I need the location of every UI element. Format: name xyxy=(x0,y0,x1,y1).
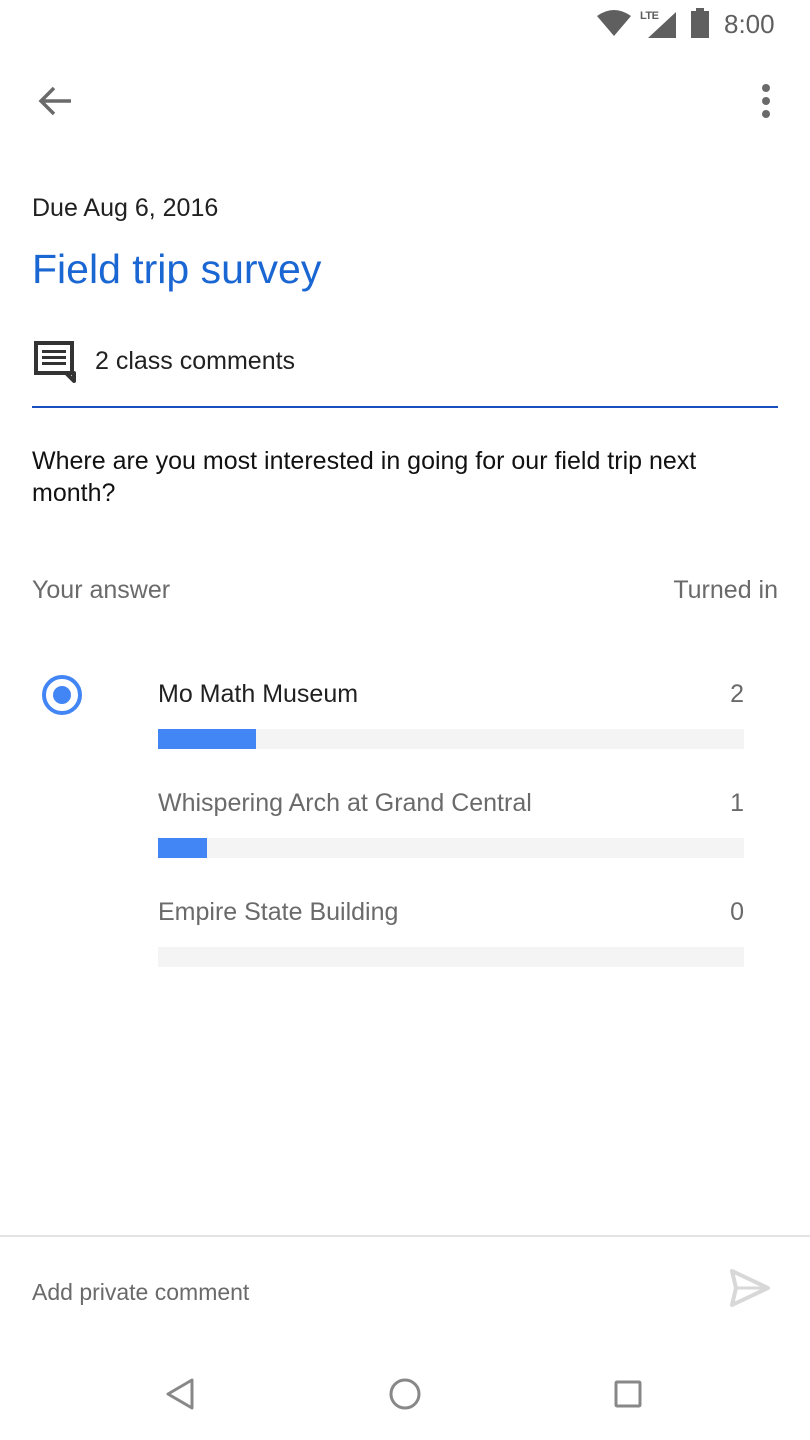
question-text: Where are you most interested in going f… xyxy=(32,447,697,507)
option-bar-track xyxy=(158,947,744,967)
nav-back-icon xyxy=(162,1378,202,1418)
battery-icon xyxy=(691,8,709,43)
turned-in-status: Turned in xyxy=(673,576,778,604)
send-button[interactable] xyxy=(728,1268,778,1314)
option-count: 0 xyxy=(730,898,744,926)
your-answer-label: Your answer xyxy=(32,576,171,604)
comment-divider xyxy=(0,1235,810,1237)
private-comment-input[interactable] xyxy=(32,1272,692,1312)
option-label: Mo Math Museum xyxy=(158,680,359,708)
option-count: 1 xyxy=(730,789,744,817)
nav-back-button[interactable] xyxy=(162,1374,202,1414)
nav-recents-icon xyxy=(608,1380,648,1418)
nav-home-button[interactable] xyxy=(385,1374,425,1414)
clock: 8:00 xyxy=(724,9,775,39)
class-comments-label: 2 class comments xyxy=(95,346,296,375)
due-date: Due Aug 6, 2016 xyxy=(32,194,219,222)
option-bar-fill xyxy=(158,838,207,858)
option-bar-track xyxy=(158,838,744,858)
status-bar: LTE 8:00 xyxy=(0,0,810,48)
back-button[interactable] xyxy=(30,80,80,126)
assignment-title: Field trip survey xyxy=(32,246,322,292)
option-label: Empire State Building xyxy=(158,898,399,926)
system-nav-bar xyxy=(0,1344,810,1440)
radio-dot xyxy=(53,686,71,704)
more-vert-icon xyxy=(761,83,771,123)
option-count: 2 xyxy=(730,680,744,708)
option-bar-track xyxy=(158,729,744,749)
selected-answer-radio[interactable] xyxy=(42,675,82,715)
option-label: Whispering Arch at Grand Central xyxy=(158,789,532,817)
comment-icon xyxy=(32,339,76,383)
app-bar xyxy=(0,60,810,144)
signal-icon xyxy=(648,12,676,43)
send-icon xyxy=(728,1269,772,1312)
arrow-back-icon xyxy=(37,85,73,122)
comments-divider xyxy=(32,406,778,408)
nav-home-icon xyxy=(385,1378,425,1418)
nav-recents-button[interactable] xyxy=(608,1374,648,1414)
wifi-icon xyxy=(597,10,631,41)
more-options-button[interactable] xyxy=(746,78,786,128)
option-bar-fill xyxy=(158,729,256,749)
class-comments-link[interactable]: 2 class comments xyxy=(32,336,778,386)
